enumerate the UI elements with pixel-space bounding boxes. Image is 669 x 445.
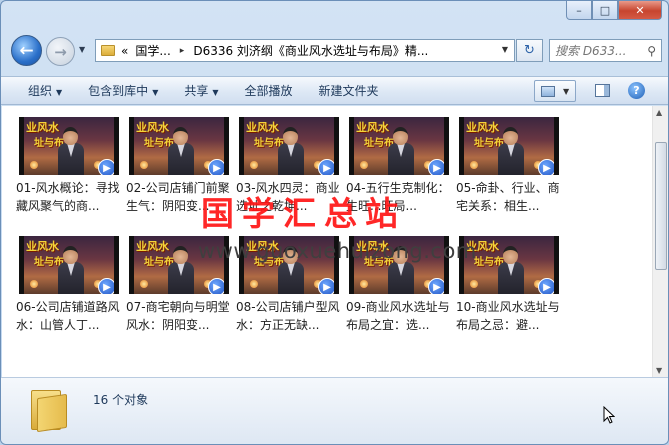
decoration-icon bbox=[470, 161, 478, 169]
search-input[interactable] bbox=[555, 43, 641, 58]
breadcrumb-overflow[interactable]: « bbox=[121, 44, 128, 58]
watermark-text: 国学汇总站 bbox=[201, 194, 406, 233]
caption-buttons: – □ ✕ bbox=[566, 1, 662, 20]
video-thumbnail[interactable]: 业风水 址与布局 ▶ bbox=[459, 117, 559, 175]
video-thumbnail[interactable]: 业风水 址与布局 ▶ bbox=[239, 117, 339, 175]
watermark-url: www.guoxuehuizong.com bbox=[198, 239, 477, 263]
presenter-image bbox=[58, 127, 84, 175]
close-button[interactable]: ✕ bbox=[618, 1, 662, 20]
explorer-window: – □ ✕ ← → ▼ « 国学... ▸ D6336 刘济纲《商业风水选址与布… bbox=[0, 0, 669, 445]
media-player-icon: ▶ bbox=[318, 278, 334, 294]
media-player-icon: ▶ bbox=[98, 159, 114, 175]
file-name[interactable]: 06-公司店铺道路风水：山管人丁... bbox=[16, 298, 126, 334]
help-icon[interactable]: ? bbox=[628, 82, 645, 99]
thumbnail-title: 业风水 bbox=[26, 240, 59, 253]
file-name[interactable]: 10-商业风水选址与布局之忌：避... bbox=[456, 298, 566, 334]
media-player-icon: ▶ bbox=[428, 278, 444, 294]
decoration-icon bbox=[140, 161, 148, 169]
new-folder-button[interactable]: 新建文件夹 bbox=[306, 82, 392, 99]
recent-pages-chevron-down-icon[interactable]: ▼ bbox=[79, 45, 85, 54]
presenter-image bbox=[58, 246, 84, 294]
presenter-image bbox=[388, 127, 414, 175]
thumbnail-title: 业风水 bbox=[466, 121, 499, 134]
decoration-icon bbox=[140, 280, 148, 288]
media-player-icon: ▶ bbox=[428, 159, 444, 175]
decoration-icon bbox=[470, 280, 478, 288]
thumbnail-title: 业风水 bbox=[136, 121, 169, 134]
details-pane: 16 个对象 bbox=[1, 377, 668, 444]
media-player-icon: ▶ bbox=[538, 278, 554, 294]
file-name[interactable]: 05-命卦、行业、商宅关系：相生... bbox=[456, 179, 566, 215]
folder-icon bbox=[101, 45, 115, 56]
search-icon[interactable]: ⚲ bbox=[647, 44, 656, 58]
decoration-icon bbox=[360, 161, 368, 169]
presenter-image bbox=[278, 127, 304, 175]
decoration-icon bbox=[30, 161, 38, 169]
decoration-icon bbox=[250, 280, 258, 288]
file-name[interactable]: 09-商业风水选址与布局之宜：选... bbox=[346, 298, 456, 334]
presenter-image bbox=[498, 127, 524, 175]
media-player-icon: ▶ bbox=[538, 159, 554, 175]
play-all-button[interactable]: 全部播放 bbox=[232, 82, 306, 99]
forward-arrow-icon[interactable]: → bbox=[46, 37, 75, 66]
file-item[interactable]: 业风水 址与布局 ▶ 06-公司店铺道路风水：山管人丁... bbox=[16, 236, 126, 334]
video-thumbnail[interactable]: 业风水 址与布局 ▶ bbox=[349, 117, 449, 175]
organize-menu[interactable]: 组织 ▼ bbox=[1, 82, 75, 99]
file-name[interactable]: 07-商宅朝向与明堂风水：阴阳变... bbox=[126, 298, 236, 334]
scroll-down-icon[interactable]: ▼ bbox=[656, 366, 662, 375]
share-menu[interactable]: 共享 ▼ bbox=[171, 82, 231, 99]
video-thumbnail[interactable]: 业风水 址与布局 ▶ bbox=[19, 236, 119, 294]
file-item[interactable]: 业风水 址与布局 ▶ 01-风水概论：寻找藏风聚气的商... bbox=[16, 117, 126, 215]
view-icon bbox=[541, 85, 555, 97]
file-item[interactable]: 业风水 址与布局 ▶ 05-命卦、行业、商宅关系：相生... bbox=[456, 117, 566, 215]
vertical-scrollbar[interactable]: ▲ ▼ bbox=[652, 106, 668, 377]
search-box[interactable]: ⚲ bbox=[549, 39, 662, 62]
file-name[interactable]: 01-风水概论：寻找藏风聚气的商... bbox=[16, 179, 126, 215]
breadcrumb-item-current-folder[interactable]: D6336 刘济纲《商业风水选址与布局》精... bbox=[193, 42, 428, 59]
view-chevron-down-icon[interactable]: ▼ bbox=[563, 87, 569, 96]
media-player-icon: ▶ bbox=[208, 278, 224, 294]
presenter-image bbox=[168, 246, 194, 294]
preview-pane-icon[interactable] bbox=[595, 84, 610, 97]
address-bar[interactable]: « 国学... ▸ D6336 刘济纲《商业风水选址与布局》精... ▼ bbox=[95, 39, 515, 62]
decoration-icon bbox=[250, 161, 258, 169]
breadcrumb-item-guoxue[interactable]: 国学... bbox=[135, 42, 170, 59]
address-chevron-down-icon[interactable]: ▼ bbox=[502, 45, 508, 54]
mouse-pointer-icon bbox=[603, 406, 615, 424]
thumbnail-title: 业风水 bbox=[246, 121, 279, 134]
thumbnail-title: 业风水 bbox=[356, 121, 389, 134]
maximize-button[interactable]: □ bbox=[592, 1, 618, 20]
change-view-button[interactable]: ▼ bbox=[534, 80, 576, 102]
item-count: 16 个对象 bbox=[93, 393, 149, 407]
presenter-image bbox=[168, 127, 194, 175]
minimize-button[interactable]: – bbox=[566, 1, 592, 20]
back-arrow-icon[interactable]: ← bbox=[11, 35, 42, 66]
file-name[interactable]: 08-公司店铺户型风水：方正无缺... bbox=[236, 298, 346, 334]
folder-icon bbox=[31, 384, 69, 433]
media-player-icon: ▶ bbox=[208, 159, 224, 175]
presenter-image bbox=[498, 246, 524, 294]
decoration-icon bbox=[30, 280, 38, 288]
refresh-icon[interactable]: ↻ bbox=[516, 39, 543, 62]
media-player-icon: ▶ bbox=[98, 278, 114, 294]
scroll-up-icon[interactable]: ▲ bbox=[656, 108, 662, 117]
video-thumbnail[interactable]: 业风水 址与布局 ▶ bbox=[19, 117, 119, 175]
video-thumbnail[interactable]: 业风水 址与布局 ▶ bbox=[129, 117, 229, 175]
thumbnail-title: 业风水 bbox=[136, 240, 169, 253]
command-bar: 组织 ▼ 包含到库中 ▼ 共享 ▼ 全部播放 新建文件夹 ▼ ? bbox=[1, 76, 668, 105]
media-player-icon: ▶ bbox=[318, 159, 334, 175]
include-in-library-menu[interactable]: 包含到库中 ▼ bbox=[75, 82, 171, 99]
navigation-bar: ← → ▼ « 国学... ▸ D6336 刘济纲《商业风水选址与布局》精...… bbox=[1, 33, 668, 69]
scrollbar-thumb[interactable] bbox=[655, 142, 667, 270]
breadcrumb-separator-icon[interactable]: ▸ bbox=[180, 46, 185, 56]
decoration-icon bbox=[360, 280, 368, 288]
thumbnail-title: 业风水 bbox=[26, 121, 59, 134]
